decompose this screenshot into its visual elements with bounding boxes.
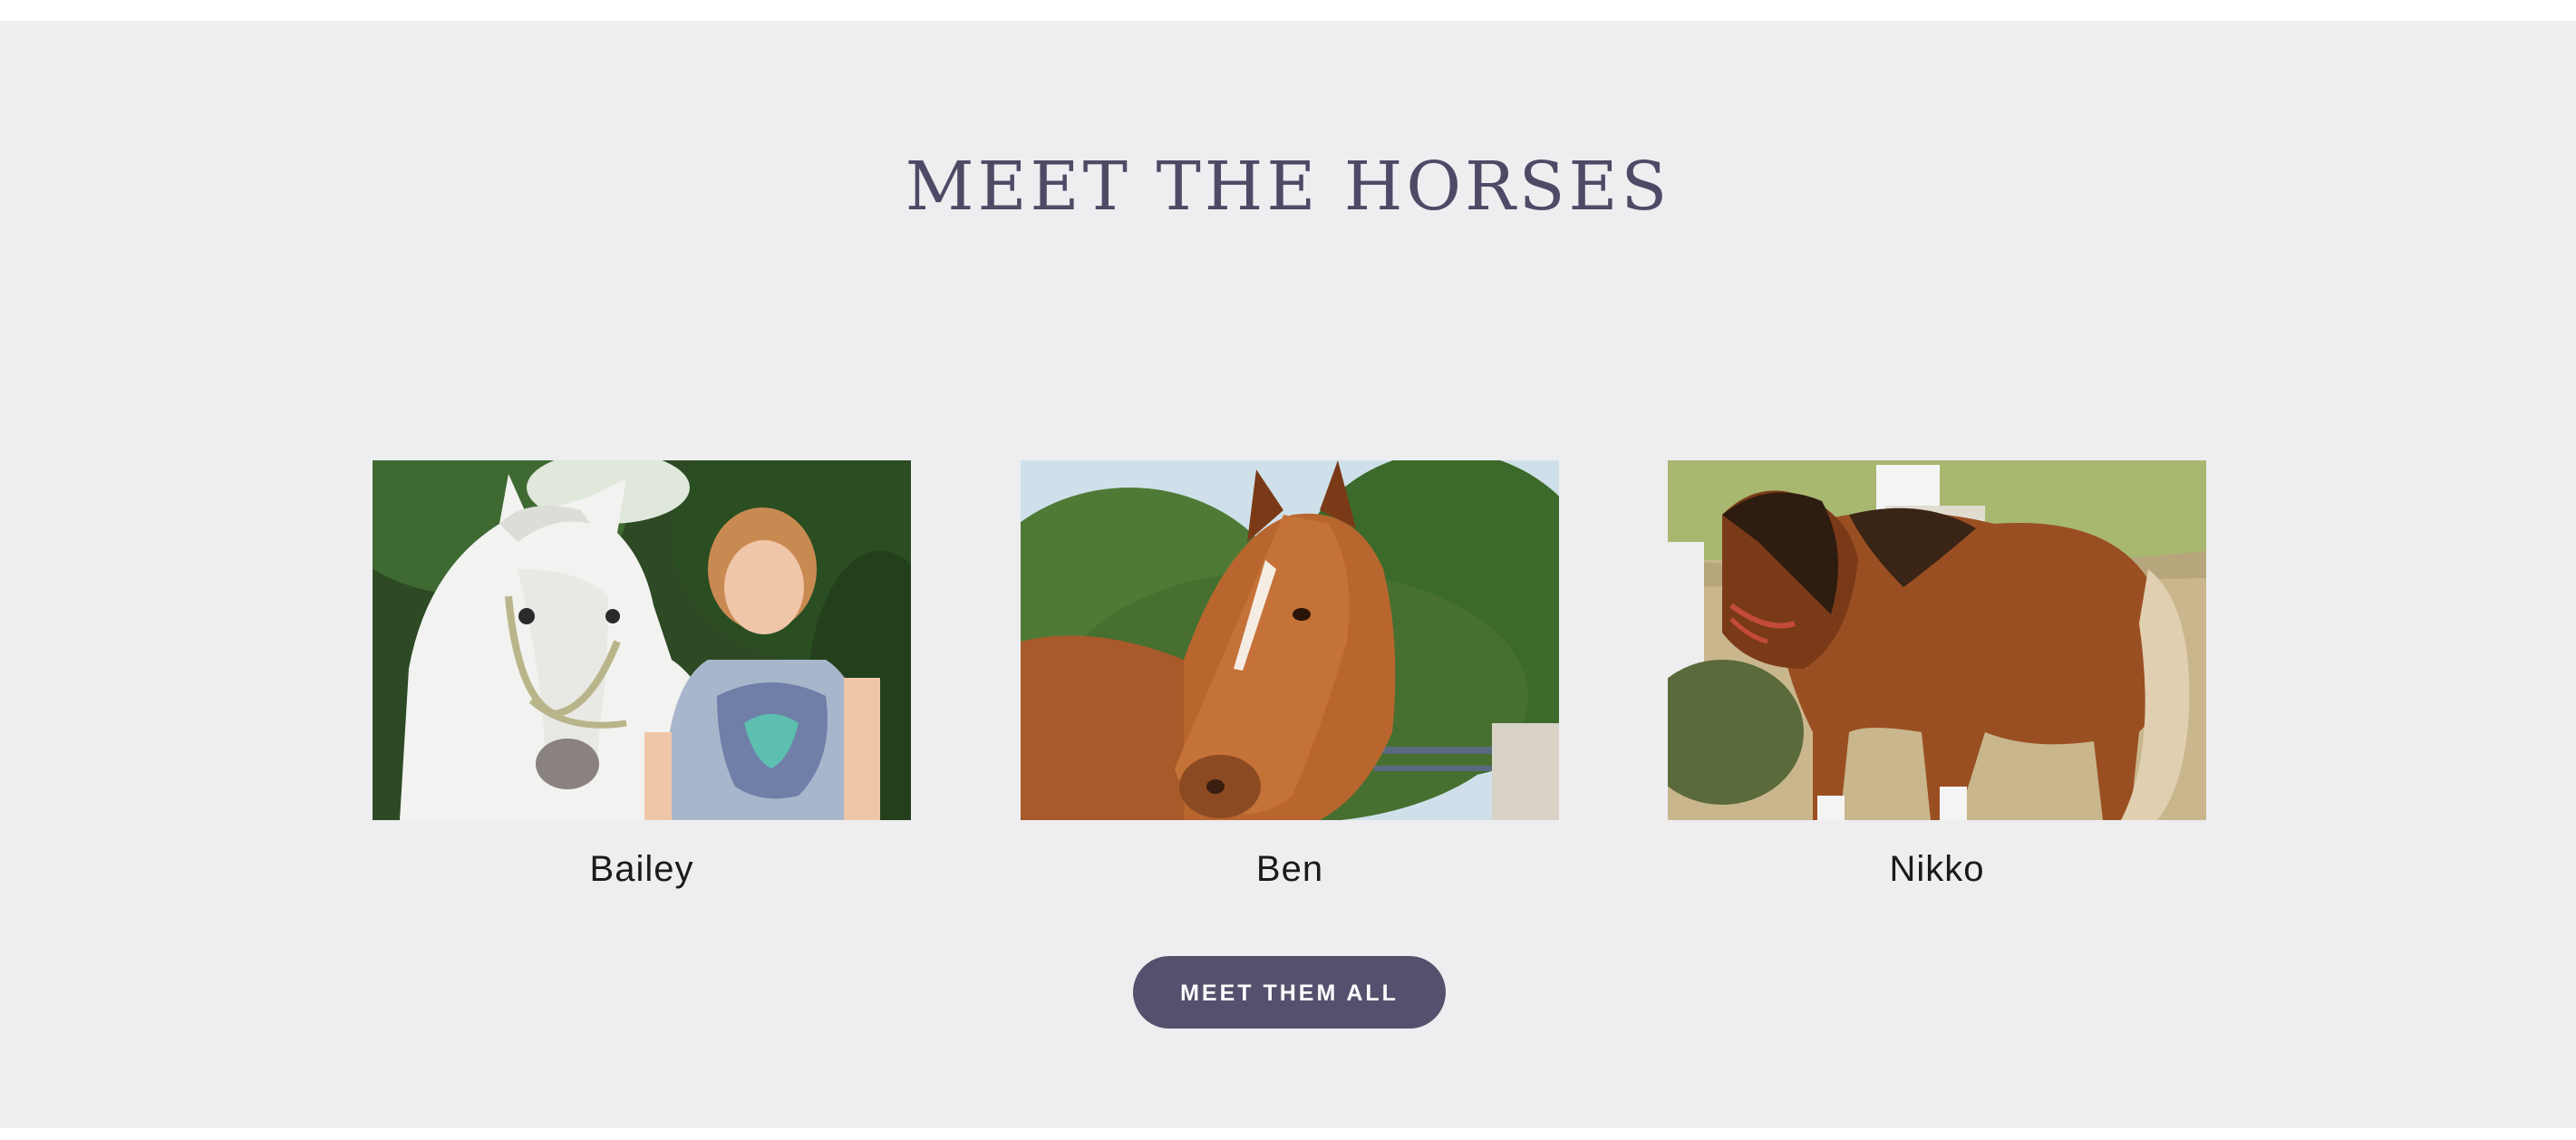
section-title: MEET THE HORSES bbox=[905, 148, 1671, 226]
horse-photo-nikko[interactable] bbox=[1668, 460, 2206, 820]
meet-them-all-button[interactable]: MEET THEM ALL bbox=[1133, 956, 1446, 1029]
horse-photo-ben[interactable] bbox=[1021, 460, 1559, 820]
meet-the-horses-section: MEET THE HORSES Bailey Ben Nikko MEET TH… bbox=[0, 21, 2576, 1128]
horse-name[interactable]: Nikko bbox=[1668, 849, 2206, 890]
section-divider bbox=[0, 1128, 2576, 1140]
horse-name[interactable]: Bailey bbox=[373, 849, 911, 890]
horse-card-bailey[interactable]: Bailey bbox=[373, 460, 911, 890]
horse-name[interactable]: Ben bbox=[1021, 849, 1559, 890]
horse-card-nikko[interactable]: Nikko bbox=[1668, 460, 2206, 890]
horse-card-ben[interactable]: Ben bbox=[1021, 460, 1559, 890]
horse-photo-bailey[interactable] bbox=[373, 460, 911, 820]
